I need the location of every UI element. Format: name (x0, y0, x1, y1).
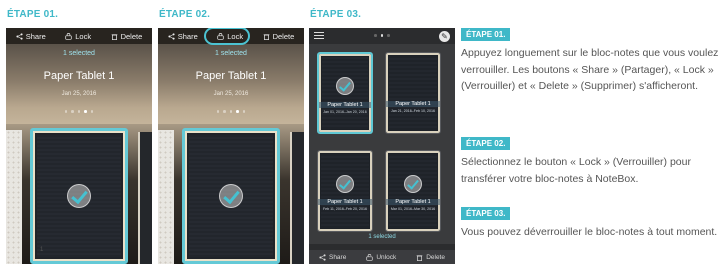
lock-highlight-ring (204, 28, 250, 45)
checkmark-icon (67, 184, 91, 208)
next-notebook[interactable] (138, 132, 152, 264)
tile-date: Mar 01, 2016–Mar 30, 2016 (390, 207, 436, 211)
share-button[interactable]: Share (16, 32, 46, 41)
unlock-label: Unlock (376, 253, 397, 261)
tile-date: Jan 21, 2016–Feb 10, 2016 (391, 109, 435, 113)
tile-title: Paper Tablet 1 (386, 101, 440, 107)
delete-button[interactable]: Delete (416, 254, 445, 261)
instruction-badge-1: ÉTAPE 01. (461, 28, 511, 41)
trash-icon (416, 254, 423, 261)
share-label: Share (177, 31, 198, 41)
delete-button[interactable]: Delete (263, 31, 295, 41)
tile-date: Feb 11, 2016–Feb 20, 2016 (322, 207, 368, 211)
share-icon (168, 32, 175, 40)
instruction-text-2: Sélectionnez le bouton « Lock » (Verroui… (461, 156, 691, 185)
grid-header: ✎ (309, 28, 455, 44)
phone-screen-step-3: ✎ Paper Tablet 1 Jan 01, 2016–Jan 20, 20… (309, 28, 455, 264)
edit-icon[interactable]: ✎ (439, 31, 450, 42)
selected-notebook[interactable] (182, 128, 280, 264)
prev-notebook[interactable] (6, 130, 22, 264)
phone-screen-step-1: 1 selected Paper Tablet 1 Jan 25, 2016 S… (6, 28, 152, 264)
delete-label: Delete (120, 31, 143, 41)
notebook-date: Jan 25, 2016 (213, 91, 249, 97)
selection-count: 1 selected (368, 234, 396, 240)
notebook-date: Jan 25, 2016 (61, 91, 97, 97)
instruction-badge-3: ÉTAPE 03. (461, 207, 511, 220)
action-toolbar: Share Lock Delete (6, 28, 152, 44)
prev-notebook[interactable] (158, 130, 174, 264)
tile-title: Paper Tablet 1 (318, 199, 372, 205)
notebook-tile[interactable]: Paper Tablet 1 Jan 21, 2016–Feb 10, 2016 (385, 52, 441, 134)
share-icon (319, 253, 326, 261)
tile-title: Paper Tablet 1 (319, 102, 371, 108)
share-icon (16, 32, 23, 40)
checkmark-icon (219, 184, 243, 208)
selection-count: 1 selected (215, 50, 247, 57)
share-button[interactable]: Share (319, 254, 346, 261)
page-indicator (158, 110, 304, 113)
share-button[interactable]: Share (168, 32, 198, 41)
action-bottombar: Share Unlock Delete (309, 250, 455, 264)
page-indicator (309, 34, 455, 37)
notebook-tile[interactable]: Paper Tablet 1 Mar 01, 2016–Mar 30, 2016 (385, 150, 441, 232)
next-notebook[interactable] (290, 132, 304, 264)
page-number: 1 (40, 247, 44, 253)
notebook-title: Paper Tablet 1 (43, 70, 115, 82)
tile-title: Paper Tablet 1 (386, 199, 440, 205)
phone-screen-step-2: 1 selected Paper Tablet 1 Jan 25, 2016 S… (158, 28, 304, 264)
delete-button[interactable]: Delete (111, 31, 143, 41)
selection-count: 1 selected (63, 50, 95, 57)
checkmark-icon (404, 175, 422, 193)
notebook-carousel: 1 (6, 124, 152, 264)
share-label: Share (25, 31, 46, 41)
tile-date: Jan 01, 2016–Jan 20, 2016 (323, 110, 367, 114)
notebook-title: Paper Tablet 1 (195, 70, 267, 82)
selected-notebook[interactable]: 1 (30, 128, 128, 264)
lock-button[interactable]: Lock (65, 32, 91, 41)
delete-label: Delete (426, 253, 445, 261)
step-label-3: ÉTAPE 03. (310, 9, 362, 20)
trash-icon (263, 33, 270, 40)
unlock-icon (366, 253, 373, 261)
notebook-tile[interactable]: Paper Tablet 1 Feb 11, 2016–Feb 20, 2016 (317, 150, 373, 232)
share-label: Share (328, 253, 347, 261)
page-indicator (6, 110, 152, 113)
step-label-1: ÉTAPE 01. (7, 9, 59, 20)
notebook-tile[interactable]: Paper Tablet 1 Jan 01, 2016–Jan 20, 2016 (317, 52, 373, 134)
step-label-2: ÉTAPE 02. (159, 9, 211, 20)
delete-label: Delete (272, 31, 295, 41)
lock-label: Lock (75, 31, 92, 41)
instruction-text-1: Appuyez longuement sur le bloc-notes que… (461, 47, 719, 92)
notebook-grid: Paper Tablet 1 Jan 01, 2016–Jan 20, 2016… (309, 44, 455, 244)
notebook-carousel (158, 124, 304, 264)
instruction-text-3: Vous pouvez déverrouiller le bloc-notes … (461, 226, 718, 238)
checkmark-icon (336, 175, 354, 193)
checkmark-icon (336, 77, 354, 95)
unlock-button[interactable]: Unlock (366, 254, 396, 261)
instruction-badge-2: ÉTAPE 02. (461, 137, 511, 150)
trash-icon (111, 33, 118, 40)
lock-icon (65, 32, 72, 40)
